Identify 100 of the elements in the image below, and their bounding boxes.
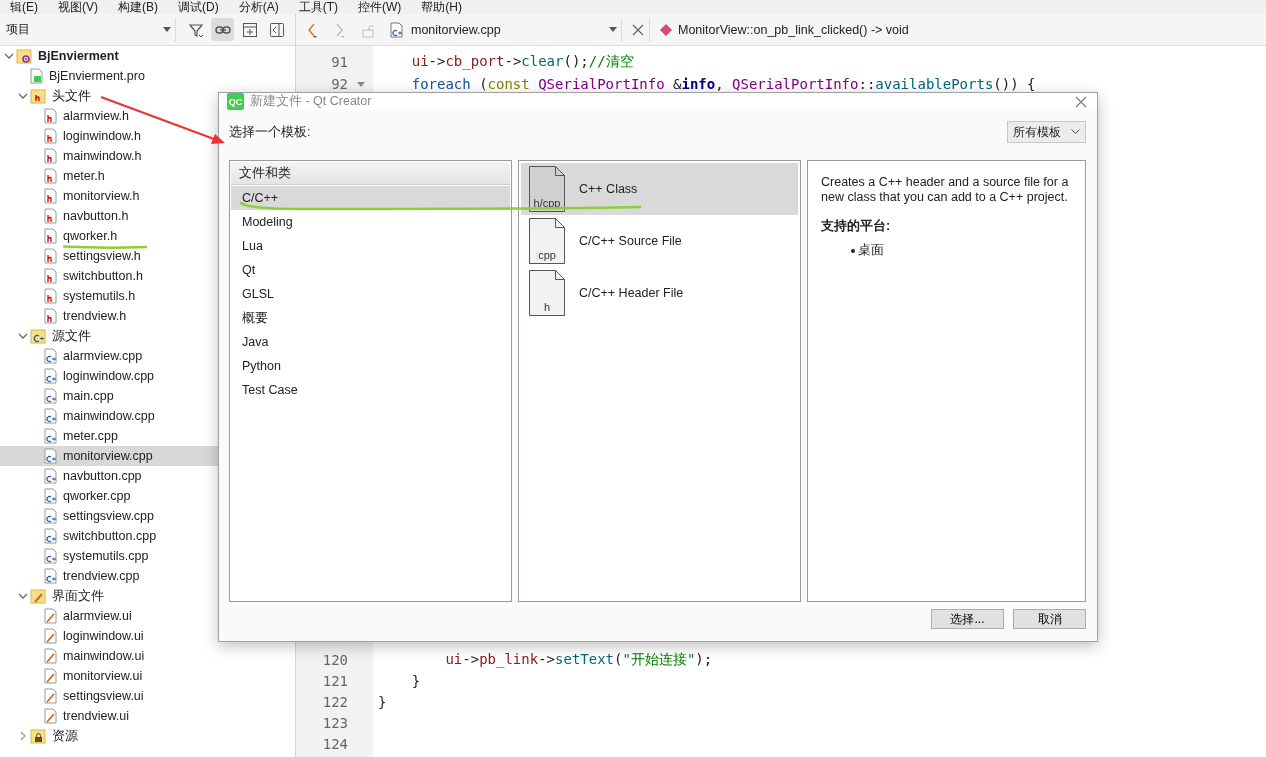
choose-button[interactable]: 选择...	[931, 609, 1004, 629]
header-file-icon	[44, 308, 57, 324]
link-icon-button[interactable]	[211, 18, 234, 41]
code-line: ui->cb_port->clear();//清空	[410, 52, 634, 71]
form-file-icon	[44, 688, 57, 704]
close-icon	[631, 23, 644, 36]
form-file-icon	[44, 608, 57, 624]
category-item[interactable]: Qt	[231, 258, 510, 282]
close-sidebar-icon	[267, 20, 286, 39]
tree-item[interactable]: BjEnvierment	[0, 46, 123, 66]
header-file-icon	[44, 228, 57, 244]
tree-item[interactable]: loginwindow.ui	[0, 626, 148, 646]
tree-item[interactable]: settingsview.h	[0, 246, 145, 266]
header-file-icon	[44, 148, 57, 164]
app-logo: QC	[227, 93, 244, 110]
tree-item[interactable]: switchbutton.cpp	[0, 526, 161, 546]
tree-item[interactable]: trendview.cpp	[0, 566, 144, 586]
tree-item[interactable]: loginwindow.h	[0, 126, 145, 146]
tree-item[interactable]: mainwindow.h	[0, 146, 146, 166]
menu-item[interactable]: 控件(W)	[348, 1, 412, 14]
menu-item[interactable]: 分析(A)	[228, 1, 289, 14]
source-file-icon	[44, 468, 57, 484]
category-item[interactable]: Test Case	[231, 378, 510, 402]
header-file-icon	[44, 288, 57, 304]
category-item[interactable]: C/C++	[231, 186, 510, 210]
tree-item[interactable]: meter.cpp	[0, 426, 122, 446]
menu-item[interactable]: 调试(D)	[168, 1, 229, 14]
tree-item[interactable]: 界面文件	[0, 586, 108, 606]
tree-item[interactable]: meter.h	[0, 166, 109, 186]
tree-item[interactable]: loginwindow.cpp	[0, 366, 159, 386]
tree-item[interactable]: systemutils.cpp	[0, 546, 153, 566]
dialog-title: 新建文件 - Qt Creator	[250, 93, 373, 110]
category-item[interactable]: Java	[231, 330, 510, 354]
dropdown-caret-icon	[609, 27, 617, 32]
header-file-icon	[44, 108, 57, 124]
tree-item[interactable]: mainwindow.cpp	[0, 406, 159, 426]
tree-item[interactable]: 源文件	[0, 326, 95, 346]
line-number: 121	[321, 672, 348, 689]
line-number: 92	[330, 76, 348, 92]
tree-item[interactable]: qworker.cpp	[0, 486, 135, 506]
tree-item[interactable]: main.cpp	[0, 386, 118, 406]
menu-item[interactable]: 工具(T)	[288, 1, 348, 14]
tree-item[interactable]: alarmview.ui	[0, 606, 136, 626]
tree-item[interactable]: 资源	[0, 726, 82, 746]
source-file-icon	[44, 448, 57, 464]
source-file-icon	[44, 428, 57, 444]
source-file-icon	[44, 408, 57, 424]
cancel-button[interactable]: 取消	[1013, 609, 1086, 629]
category-item[interactable]: GLSL	[231, 282, 510, 306]
category-item[interactable]: Modeling	[231, 210, 510, 234]
tree-item[interactable]: navbutton.cpp	[0, 466, 146, 486]
tree-item[interactable]: trendview.h	[0, 306, 131, 326]
tree-item[interactable]: systemutils.h	[0, 286, 140, 306]
tree-item[interactable]: alarmview.h	[0, 106, 133, 126]
form-folder-icon	[30, 588, 46, 604]
tree-item[interactable]: settingsview.ui	[0, 686, 148, 706]
template-item[interactable]: h C/C++ Header File	[521, 267, 798, 319]
project-folder-icon	[16, 48, 32, 64]
tree-item[interactable]: monitorview.h	[0, 186, 144, 206]
dropdown-caret-icon	[163, 27, 171, 32]
form-file-icon	[44, 628, 57, 644]
menu-item[interactable]: 辑(E)	[0, 1, 48, 14]
locked-folder-icon	[30, 728, 46, 744]
tree-item[interactable]: mainwindow.ui	[0, 646, 149, 666]
source-file-icon	[44, 368, 57, 384]
current-symbol[interactable]: MonitorView::on_pb_link_clicked() -> void	[678, 22, 909, 37]
menu-item[interactable]: 帮助(H)	[411, 1, 472, 14]
tree-item[interactable]: alarmview.cpp	[0, 346, 147, 366]
code-line: }	[410, 672, 421, 689]
tree-item[interactable]: 头文件	[0, 86, 95, 106]
template-filter-dropdown[interactable]: 所有模板	[1007, 121, 1086, 143]
add-split-icon	[240, 20, 259, 39]
bullet-icon	[851, 248, 855, 253]
template-item[interactable]: cpp C/C++ Source File	[521, 215, 798, 267]
tree-item[interactable]: settingsview.cpp	[0, 506, 159, 526]
file-template-icon: h	[529, 270, 565, 316]
category-item[interactable]: Python	[231, 354, 510, 378]
tree-item[interactable]: monitorview.ui	[0, 666, 147, 686]
tree-item[interactable]: trendview.ui	[0, 706, 133, 726]
form-file-icon	[44, 668, 57, 684]
diamond-icon	[660, 23, 672, 36]
menu-item[interactable]: 构建(B)	[108, 1, 168, 14]
line-number: 124	[321, 735, 348, 752]
header-file-icon	[44, 248, 57, 264]
category-item[interactable]: 概要	[231, 306, 510, 330]
selector-label: 项目	[6, 21, 30, 38]
file-name: monitorview.cpp	[411, 22, 502, 37]
menu-item[interactable]: 视图(V)	[48, 1, 108, 14]
tree-item[interactable]: navbutton.h	[0, 206, 133, 226]
header-folder-icon	[30, 88, 46, 104]
file-template-icon: cpp	[529, 218, 565, 264]
category-item[interactable]: Lua	[231, 234, 510, 258]
tree-item[interactable]: BjEnvierment.pro	[0, 66, 149, 86]
line-number: 91	[330, 53, 348, 70]
tree-item[interactable]: switchbutton.h	[0, 266, 147, 286]
source-file-icon	[44, 508, 57, 524]
line-number: 122	[321, 693, 348, 710]
open-file-selector[interactable]: monitorview.cpp	[386, 17, 622, 42]
code-line: }	[377, 693, 387, 710]
tree-item[interactable]: qworker.h	[0, 226, 122, 246]
